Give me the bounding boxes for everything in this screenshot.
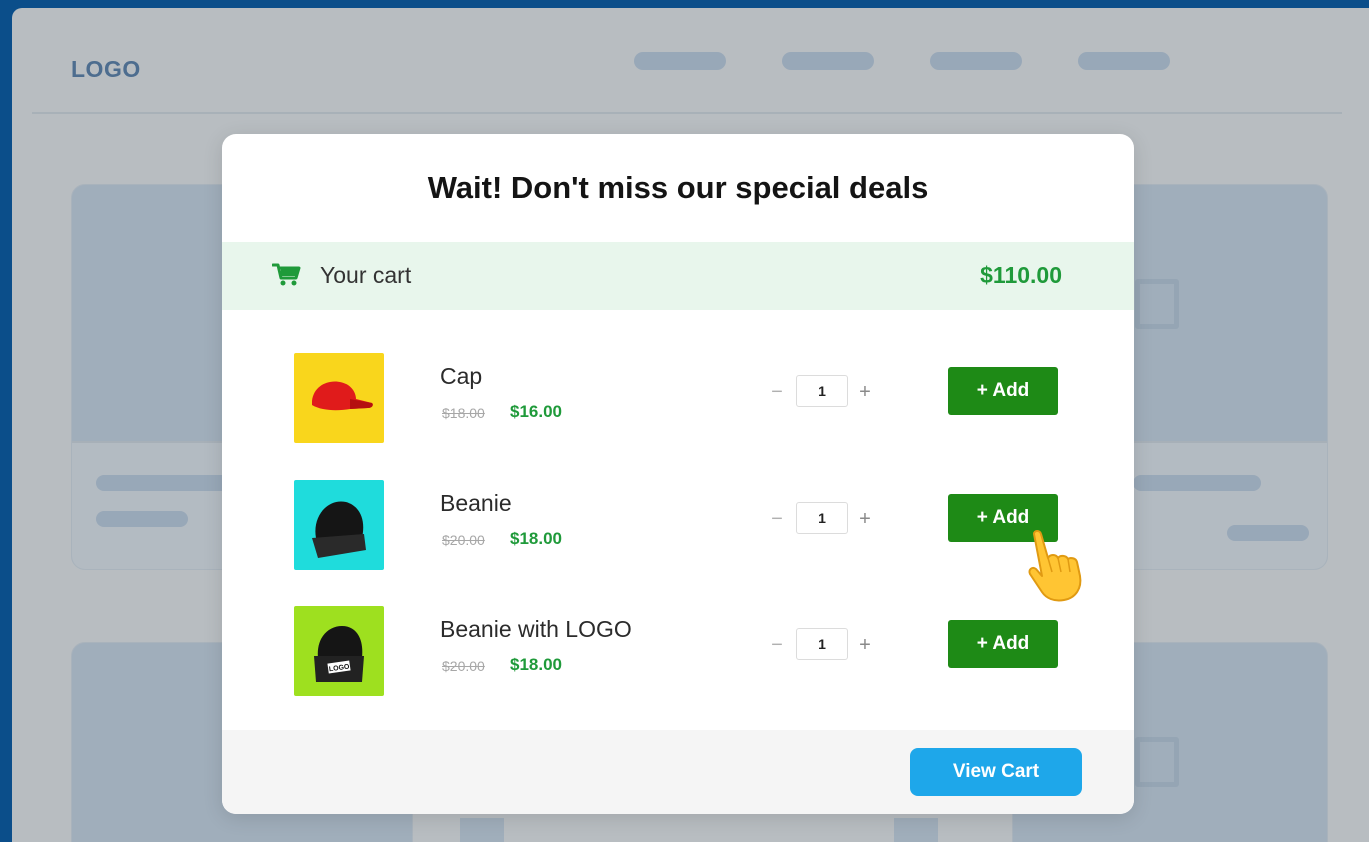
product-old-price: $20.00 [442, 658, 485, 674]
decrease-quantity-button[interactable]: − [766, 632, 788, 658]
product-old-price: $20.00 [442, 532, 485, 548]
background-block [460, 818, 504, 842]
increase-quantity-button[interactable]: + [854, 379, 876, 405]
product-thumbnail-cap [294, 353, 384, 443]
background-block [894, 818, 938, 842]
decrease-quantity-button[interactable]: − [766, 379, 788, 405]
background-logo: LOGO [71, 56, 141, 82]
quantity-stepper: − + [766, 375, 876, 409]
product-item-cap: Cap $18.00 $16.00 − + + Add [222, 353, 1134, 443]
product-thumbnail-beanie-with-logo: LOGO [294, 606, 384, 696]
product-name: Cap [440, 363, 483, 389]
product-name: Beanie with LOGO [440, 616, 632, 642]
cap-image [312, 381, 373, 411]
cart-total: $110.00 [980, 262, 1062, 288]
increase-quantity-button[interactable]: + [854, 632, 876, 658]
product-thumbnail-beanie [294, 480, 384, 570]
modal-title: Wait! Don't miss our special deals [427, 170, 929, 205]
product-sale-price: $18.00 [510, 655, 562, 674]
product-sale-price: $18.00 [510, 529, 562, 548]
background-nav-placeholder [634, 52, 726, 70]
increase-quantity-button[interactable]: + [854, 506, 876, 532]
cart-summary-bar: Your cart $110.00 [222, 242, 1134, 310]
quantity-stepper: − + [766, 628, 876, 662]
background-nav-placeholder [1078, 52, 1170, 70]
product-item-beanie-with-logo: LOGO Beanie with LOGO $20.00 $18.00 − + … [222, 606, 1134, 696]
image-placeholder-icon [1135, 737, 1179, 787]
modal-footer: View Cart [222, 730, 1134, 814]
quantity-input[interactable] [796, 628, 848, 660]
beanie-logo-image: LOGO [314, 626, 364, 682]
add-to-cart-button[interactable]: + Add [948, 367, 1058, 415]
background-nav-placeholder [930, 52, 1022, 70]
product-old-price: $18.00 [442, 405, 485, 421]
background-nav-placeholder [782, 52, 874, 70]
quantity-input[interactable] [796, 502, 848, 534]
cart-icon [272, 263, 301, 286]
background-divider [32, 112, 1342, 114]
hand-pointer-icon [1028, 530, 1082, 602]
special-deals-modal: Wait! Don't miss our special deals Your … [222, 134, 1134, 814]
quantity-input[interactable] [796, 375, 848, 407]
view-cart-button[interactable]: View Cart [910, 748, 1082, 796]
product-item-beanie: Beanie $20.00 $18.00 − + + Add [222, 480, 1134, 570]
image-placeholder-icon [1135, 279, 1179, 329]
product-sale-price: $16.00 [510, 402, 562, 421]
add-to-cart-button[interactable]: + Add [948, 620, 1058, 668]
cart-label: Your cart [320, 262, 412, 288]
decrease-quantity-button[interactable]: − [766, 506, 788, 532]
beanie-image [312, 501, 366, 558]
product-name: Beanie [440, 490, 512, 516]
quantity-stepper: − + [766, 502, 876, 536]
